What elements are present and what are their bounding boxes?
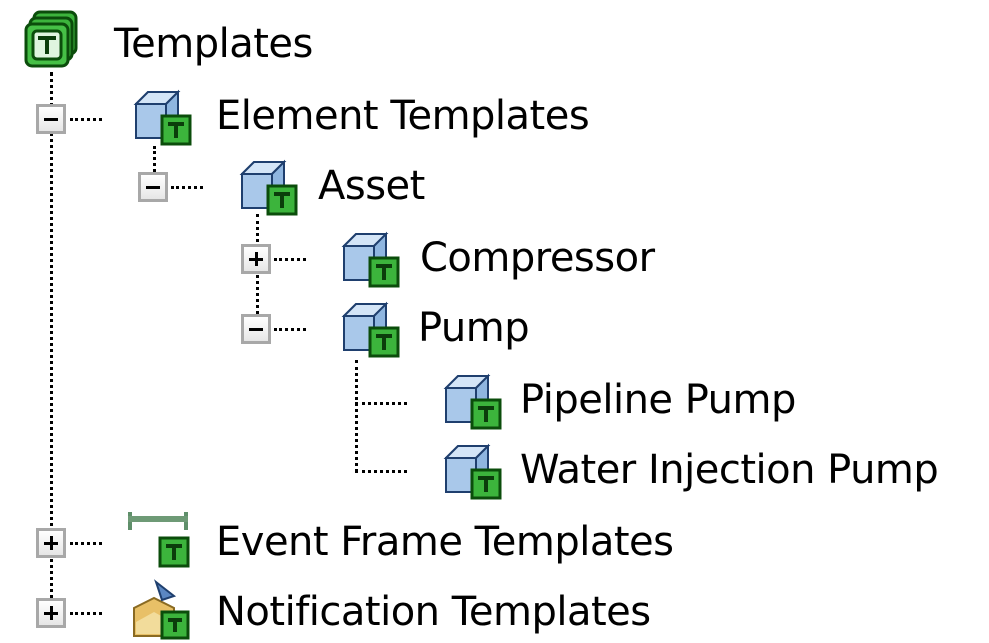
tree-connector [70,612,102,615]
plus-icon [50,536,53,550]
tree-label-pump: Pump [418,305,530,351]
tree-connector [274,328,306,331]
tree-label-pipeline-pump: Pipeline Pump [520,377,796,423]
tree-connector [274,258,306,261]
minus-icon [44,118,58,121]
notification-template-icon [133,579,190,640]
minus-icon [146,186,160,189]
tree-connector [70,542,102,545]
tree-connector [70,118,102,121]
element-template-icon [443,443,502,500]
plus-icon [50,606,53,620]
element-template-icon [133,89,192,146]
collapse-toggle-pump[interactable] [241,314,271,344]
event-frame-template-icon [128,512,190,568]
plus-icon [255,252,258,266]
templates-root-icon [24,10,78,68]
tree-label-asset: Asset [318,163,425,209]
tree-connector [355,470,407,473]
minus-icon [249,328,263,331]
tree-label-element-templates: Element Templates [216,93,590,139]
tree-label-notification-templates: Notification Templates [216,589,651,635]
collapse-toggle-asset[interactable] [138,172,168,202]
tree-connector [171,186,203,189]
element-template-icon [443,373,502,430]
tree-connector [355,402,407,405]
tree-label-water-injection-pump: Water Injection Pump [520,447,939,493]
element-template-icon [341,231,400,288]
tree-label-compressor: Compressor [420,235,655,281]
tree-label-templates: Templates [114,21,313,67]
tree-connector [355,360,358,472]
expand-toggle-compressor[interactable] [241,244,271,274]
element-template-icon [239,159,298,216]
tree-label-event-frame-templates: Event Frame Templates [216,519,674,565]
element-template-icon [341,301,400,358]
expand-toggle-notification-templates[interactable] [36,598,66,628]
expand-toggle-event-frame-templates[interactable] [36,528,66,558]
collapse-toggle-element-templates[interactable] [36,104,66,134]
